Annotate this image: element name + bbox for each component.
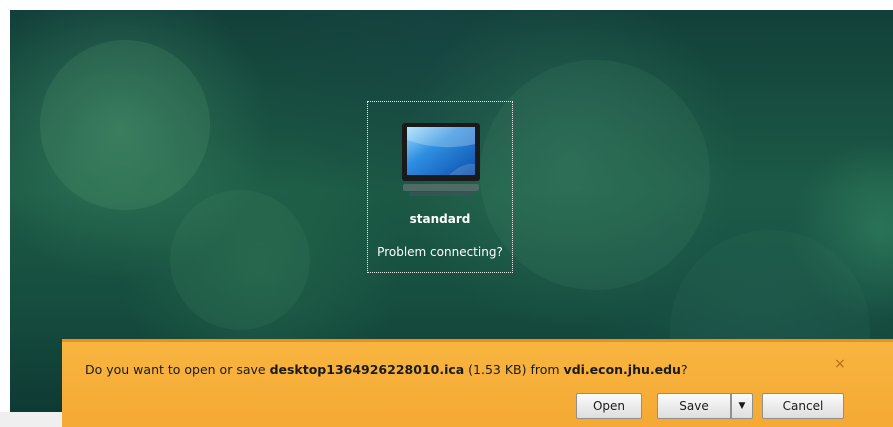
app-name: standard [409,212,471,226]
save-options-dropdown-icon[interactable]: ▼ [731,393,753,419]
download-notification-bar: Do you want to open or save desktop13649… [62,339,893,427]
file-name: desktop1364926228010.ica [269,362,465,377]
download-message: Do you want to open or save desktop13649… [85,362,688,377]
file-size: (1.53 KB) from [464,362,564,377]
close-icon[interactable]: × [834,356,846,372]
problem-connecting-link[interactable]: Problem connecting? [368,245,512,259]
source-host: vdi.econ.jhu.edu [563,362,681,377]
cancel-button[interactable]: Cancel [762,393,844,419]
window-frame-left [0,0,10,427]
save-button[interactable]: Save [657,393,731,419]
monitor-icon [402,123,480,196]
background-bokeh [480,60,710,290]
background-bokeh [170,190,310,330]
window-frame-top [0,0,893,10]
background-bokeh [40,40,210,210]
message-suffix: ? [680,362,688,377]
app-tile-standard[interactable]: standard Problem connecting? [367,101,513,273]
open-button[interactable]: Open [576,393,642,419]
message-prefix: Do you want to open or save [85,362,270,377]
